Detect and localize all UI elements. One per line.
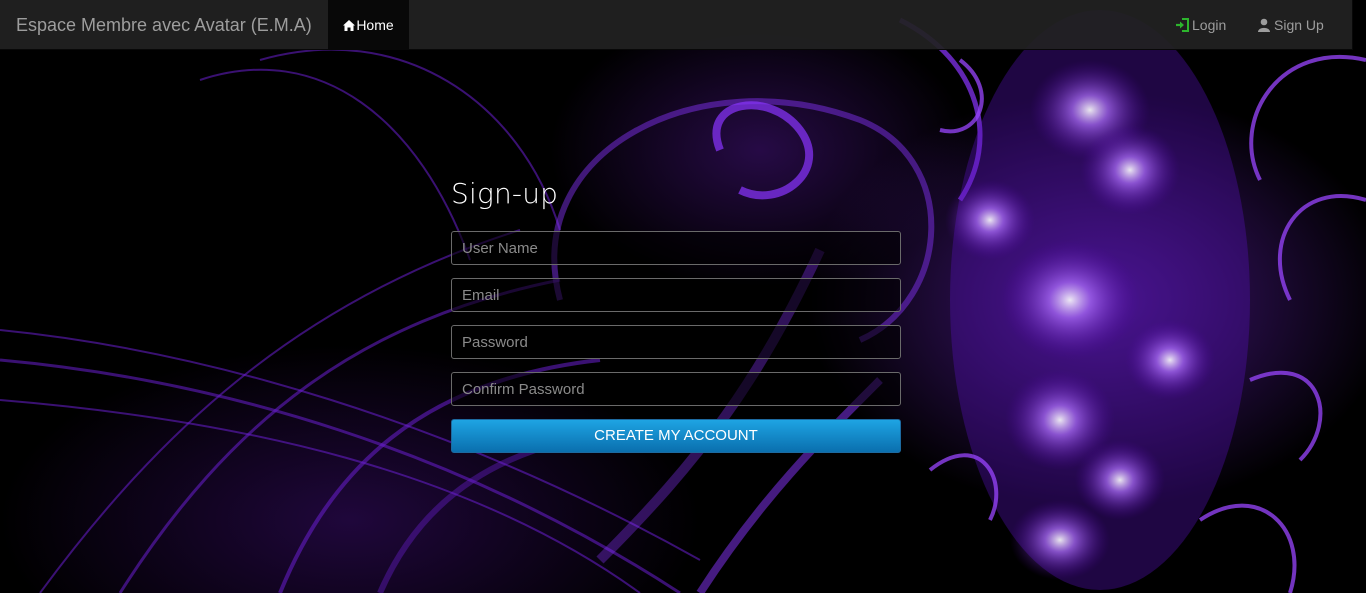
password-input[interactable] bbox=[451, 325, 901, 359]
nav-login-label: Login bbox=[1192, 17, 1227, 33]
navbar: Espace Membre avec Avatar (E.M.A) Home L… bbox=[0, 0, 1353, 50]
nav-signup[interactable]: Sign Up bbox=[1257, 0, 1324, 49]
user-icon bbox=[1257, 2, 1271, 52]
nav-signup-label: Sign Up bbox=[1274, 17, 1324, 33]
confirm-password-input[interactable] bbox=[451, 372, 901, 406]
nav-home-label: Home bbox=[356, 17, 394, 33]
home-icon bbox=[343, 1, 356, 51]
brand-link[interactable]: Espace Membre avec Avatar (E.M.A) bbox=[16, 0, 312, 50]
username-input[interactable] bbox=[451, 231, 901, 265]
login-icon bbox=[1175, 2, 1189, 52]
email-input[interactable] bbox=[451, 278, 901, 312]
nav-login[interactable]: Login bbox=[1175, 0, 1226, 49]
nav-home[interactable]: Home bbox=[328, 0, 409, 49]
page: Espace Membre avec Avatar (E.M.A) Home L… bbox=[0, 0, 1366, 593]
form-title: Sign-up bbox=[451, 177, 559, 210]
create-account-button[interactable]: CREATE MY ACCOUNT bbox=[451, 419, 901, 453]
